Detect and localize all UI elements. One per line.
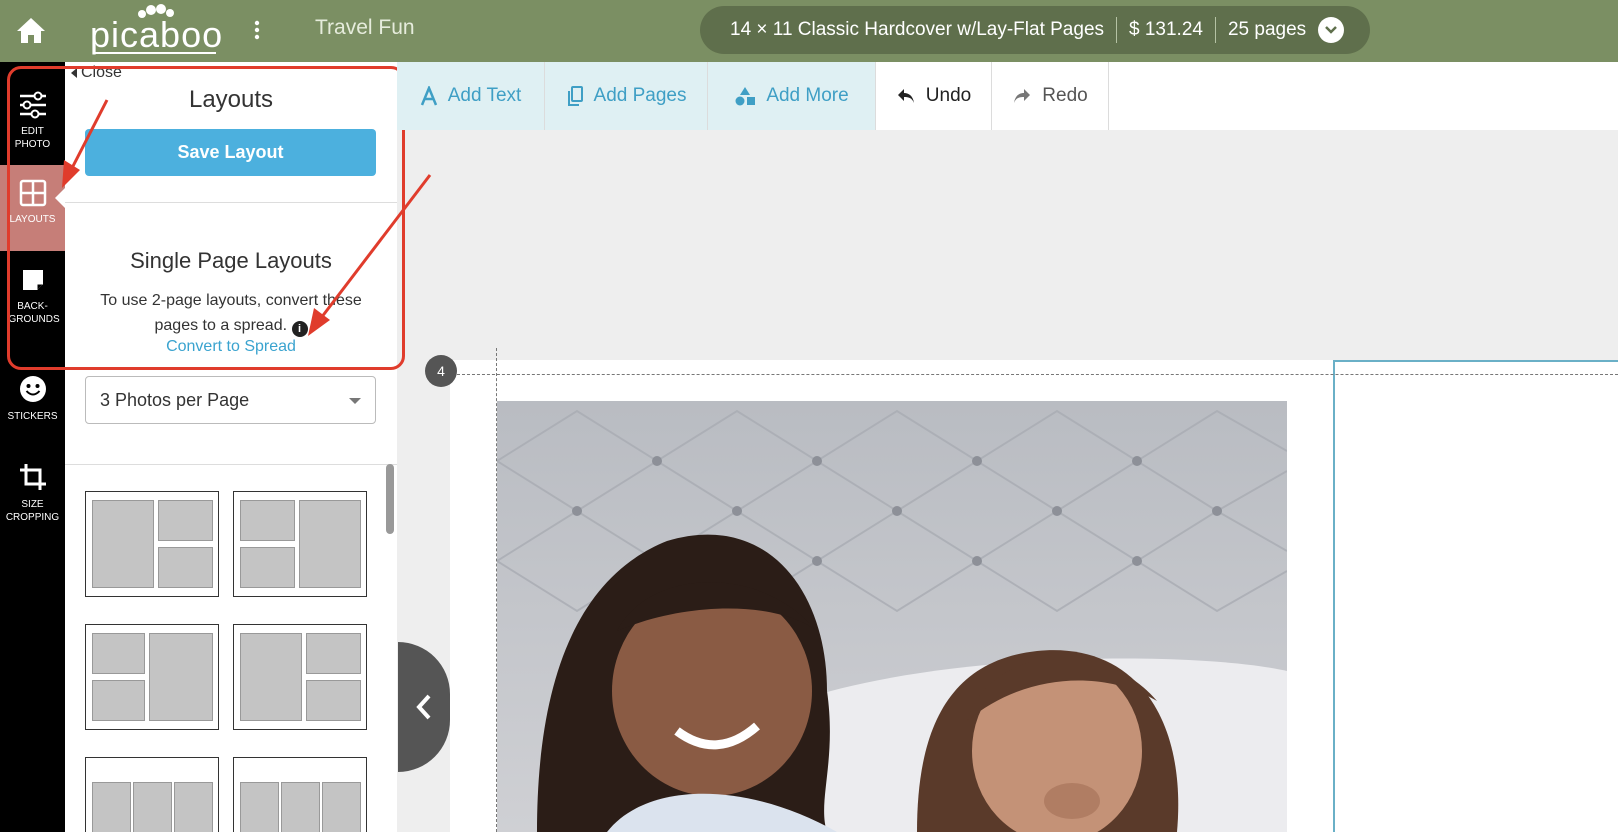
photo-image	[497, 401, 1287, 832]
layout-cell	[92, 680, 145, 721]
select-value: 3 Photos per Page	[100, 389, 250, 410]
kebab-menu-icon[interactable]	[252, 18, 262, 42]
layout-thumbnail[interactable]	[233, 491, 367, 597]
layout-cell	[174, 782, 213, 832]
layout-cell	[92, 500, 154, 588]
panel-scrollbar[interactable]	[386, 464, 394, 534]
add-pages-label: Add Pages	[593, 85, 687, 106]
layout-cell	[92, 782, 131, 832]
layout-cell	[281, 782, 320, 832]
layout-cell	[158, 500, 213, 541]
add-more-label: Add More	[766, 85, 849, 106]
layout-cell	[149, 633, 213, 721]
page-number-badge: 4	[425, 355, 457, 387]
layout-cell	[158, 547, 213, 588]
layout-cell	[322, 782, 361, 832]
undo-icon	[897, 89, 914, 103]
shapes-icon	[735, 87, 756, 106]
layout-cell	[306, 633, 361, 674]
add-text-label: Add Text	[447, 85, 522, 106]
page-photo[interactable]	[497, 401, 1287, 832]
caret-down-icon	[349, 398, 361, 404]
layout-grid-divider	[65, 464, 397, 465]
layout-cell	[92, 633, 145, 674]
previous-page-button[interactable]	[398, 642, 450, 772]
layout-cell	[240, 633, 302, 721]
right-page[interactable]	[1333, 360, 1618, 832]
home-icon[interactable]	[14, 14, 48, 46]
layout-cell	[306, 680, 361, 721]
rail-label: SIZE CROPPING	[5, 499, 60, 523]
layout-thumbnail[interactable]	[85, 491, 219, 597]
smiley-icon	[19, 376, 46, 402]
product-price: $ 131.24	[1129, 19, 1203, 40]
picaboo-logo[interactable]: picaboo	[90, 4, 224, 55]
redo-button[interactable]: Redo	[992, 62, 1109, 130]
photos-per-page-select[interactable]: 3 Photos per Page	[85, 376, 376, 424]
crop-icon	[19, 464, 46, 490]
rail-label: STICKERS	[7, 411, 58, 422]
undo-button[interactable]: Undo	[876, 62, 992, 130]
undo-label: Undo	[925, 85, 972, 106]
logo-text: picaboo	[90, 14, 224, 55]
add-pages-button[interactable]: Add Pages	[545, 62, 708, 130]
layout-cell	[299, 500, 361, 588]
redo-icon	[1014, 89, 1031, 103]
add-more-button[interactable]: Add More	[708, 62, 876, 130]
rail-item-size-cropping[interactable]: SIZE CROPPING	[0, 448, 65, 534]
rail-item-stickers[interactable]: STICKERS	[0, 360, 65, 446]
layout-thumbnail[interactable]	[85, 757, 219, 832]
redo-label: Redo	[1042, 85, 1088, 106]
text-icon	[420, 86, 437, 106]
layout-thumbnail[interactable]	[85, 624, 219, 730]
layout-cell	[240, 782, 279, 832]
project-title[interactable]: Travel Fun	[315, 16, 415, 40]
layout-cell	[240, 547, 295, 588]
pill-separator	[1116, 17, 1118, 43]
layout-thumbnail[interactable]	[233, 757, 367, 832]
layout-thumbnail[interactable]	[233, 624, 367, 730]
layout-cell	[133, 782, 172, 832]
bleed-guide-horizontal	[457, 374, 1618, 375]
annotation-highlight-box	[7, 66, 405, 370]
product-summary-pill[interactable]: 14 × 11 Classic Hardcover w/Lay-Flat Pag…	[700, 6, 1370, 54]
logo-underline	[94, 52, 216, 54]
pages-icon	[567, 86, 583, 106]
chevron-down-icon[interactable]	[1318, 17, 1345, 43]
chevron-left-icon	[416, 694, 431, 720]
pill-separator	[1214, 17, 1216, 43]
layout-cell	[240, 500, 295, 541]
add-text-button[interactable]: Add Text	[397, 62, 545, 130]
page-count: 25 pages	[1227, 19, 1307, 40]
product-name: 14 × 11 Classic Hardcover w/Lay-Flat Pag…	[730, 19, 1105, 40]
